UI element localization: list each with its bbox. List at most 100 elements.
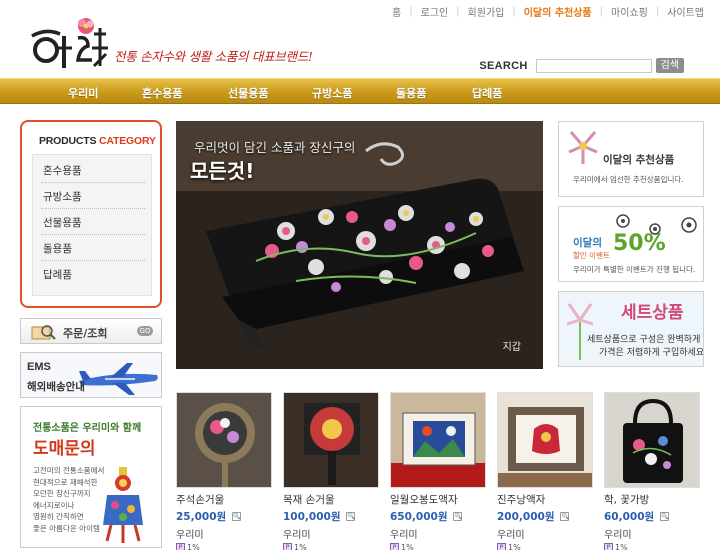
- sitemap-link[interactable]: 사이트맵: [659, 4, 712, 19]
- category-item-wedding[interactable]: 혼수용품: [43, 163, 82, 178]
- airplane-icon: [79, 363, 158, 395]
- logo-slogan: 전통 손자수와 생활 소품의 대표브랜드!: [114, 49, 313, 64]
- product-card[interactable]: 일월오봉도액자 650,000원 🔍 우리미 P 1%: [390, 392, 488, 550]
- product-price-row: 200,000원 🔍: [497, 509, 595, 524]
- product-price: 100,000원: [283, 511, 341, 523]
- zoom-icon[interactable]: 🔍: [560, 512, 570, 521]
- search-bar: SEARCH 검색: [479, 58, 684, 73]
- wholesale-desc-line: 현대적으로 재해석한: [33, 477, 98, 487]
- product-price-row: 650,000원 🔍: [390, 509, 488, 524]
- monthly-recommend-link[interactable]: 이달의 추천상품: [516, 4, 600, 19]
- home-link[interactable]: 홈: [384, 4, 409, 19]
- point-icon: P: [604, 543, 613, 550]
- order-lookup-banner[interactable]: 주문/조회 GO: [20, 318, 162, 344]
- product-name[interactable]: 일월오봉도액자: [390, 492, 488, 507]
- point-value: 1%: [294, 543, 307, 550]
- product-image[interactable]: [497, 392, 593, 488]
- product-brand: 우리미: [497, 530, 525, 541]
- set-product-banner[interactable]: 세트상품 세트상품으로 구성은 완벽하게 가격은 저렴하게 구입하세요: [558, 291, 704, 367]
- main-hero-banner[interactable]: 우리멋이 담긴 소품과 장신구의 모든것! 지갑: [176, 121, 543, 369]
- product-price-row: 60,000원 🔍: [604, 509, 702, 524]
- signup-link[interactable]: 회원가입: [460, 4, 513, 19]
- wholesale-title: 도매문의: [33, 439, 96, 459]
- category-list: 혼수용품 규방소품 선물용품 돌용품 답례품: [32, 154, 152, 296]
- product-image[interactable]: [604, 392, 700, 488]
- monthly-recommend-desc: 우리미에서 엄선한 추천상품입니다.: [573, 175, 684, 184]
- set-product-title: 세트상품: [621, 303, 684, 323]
- divider: [41, 234, 145, 235]
- zoom-icon[interactable]: 🔍: [660, 512, 670, 521]
- nav-item-urimi[interactable]: 우리미: [68, 85, 98, 101]
- product-price: 650,000원: [390, 511, 448, 523]
- discount-percent: 50%: [613, 231, 666, 256]
- category-item-gift[interactable]: 선물용품: [43, 215, 82, 230]
- product-price: 25,000원: [176, 511, 227, 523]
- product-brand: 우리미: [176, 530, 204, 541]
- monthly-recommend-banner[interactable]: 이달의 추천상품 우리미에서 엄선한 추천상품입니다.: [558, 121, 704, 197]
- hero-subtitle: 우리멋이 담긴 소품과 장신구의: [194, 140, 356, 155]
- nav-item-wedding[interactable]: 혼수용품: [142, 85, 182, 101]
- product-point: P 1%: [497, 543, 595, 550]
- product-card[interactable]: 목재 손거울 100,000원 🔍 우리미 P 1%: [283, 392, 381, 550]
- divider: [41, 260, 145, 261]
- hero-caption: 지갑: [502, 342, 521, 353]
- nav-item-firstbirthday[interactable]: 돌용품: [396, 85, 426, 101]
- product-image[interactable]: [390, 392, 486, 488]
- product-point: P 1%: [604, 543, 702, 550]
- nav-item-gift[interactable]: 선물용품: [228, 85, 268, 101]
- discount-desc: 우리미가 특별한 이벤트가 진행 됩니다.: [573, 265, 696, 274]
- category-item-return-gift[interactable]: 답례품: [43, 267, 72, 282]
- product-brand: 우리미: [604, 530, 632, 541]
- login-link[interactable]: 로그인: [413, 4, 457, 19]
- product-price: 60,000원: [604, 511, 655, 523]
- wholesale-inquiry-banner[interactable]: 전통소품은 우리미와 함께 도매문의 고전미의 전통소품에서 현대적으로 재해석…: [20, 406, 162, 548]
- discount-event-banner[interactable]: 이달의 할인 이벤트 50% 우리미가 특별한 이벤트가 진행 됩니다.: [558, 206, 704, 282]
- hero-title: 모든것!: [190, 159, 255, 183]
- product-brand: 우리미: [390, 530, 418, 541]
- zoom-icon[interactable]: 🔍: [346, 512, 356, 521]
- divider: [41, 208, 145, 209]
- ems-subtitle: 해외배송안내: [27, 381, 85, 393]
- point-icon: P: [497, 543, 506, 550]
- wholesale-desc-line: 영원히 간직하면: [33, 512, 84, 521]
- product-brand: 우리미: [283, 530, 311, 541]
- my-shopping-link[interactable]: 마이쇼핑: [603, 4, 656, 19]
- ems-title: EMS: [27, 361, 51, 373]
- site-logo[interactable]: 전통 손자수와 생활 소품의 대표브랜드!: [26, 12, 316, 74]
- product-image[interactable]: [176, 392, 272, 488]
- point-value: 1%: [615, 543, 628, 550]
- nav-item-accessories[interactable]: 규방소품: [312, 85, 352, 101]
- product-name[interactable]: 주석손거울: [176, 492, 274, 507]
- search-input[interactable]: [535, 58, 652, 73]
- product-price-row: 100,000원 🔍: [283, 509, 381, 524]
- zoom-icon[interactable]: 🔍: [453, 512, 463, 521]
- set-product-desc-line2: 가격은 저렴하게 구입하세요: [599, 348, 704, 358]
- discount-title-a: 이달의: [573, 237, 602, 249]
- wholesale-description: 고전미의 전통소품에서 현대적으로 재해석한 모던한 장신구까지 에너지로이나 …: [33, 465, 104, 534]
- lily-flower-icon: [566, 303, 594, 360]
- ornament-figure-image: [103, 467, 143, 543]
- nav-item-return-gift[interactable]: 답례품: [472, 85, 502, 101]
- ems-shipping-banner[interactable]: EMS 해외배송안내: [20, 352, 162, 398]
- point-value: 1%: [401, 543, 414, 550]
- point-icon: P: [283, 543, 292, 550]
- product-name[interactable]: 목재 손거울: [283, 492, 381, 507]
- product-price: 200,000원: [497, 511, 555, 523]
- product-card[interactable]: 주석손거울 25,000원 🔍 우리미 P 1%: [176, 392, 274, 550]
- product-image[interactable]: [283, 392, 379, 488]
- zoom-icon[interactable]: 🔍: [232, 512, 242, 521]
- product-name[interactable]: 진주낭액자: [497, 492, 595, 507]
- product-card[interactable]: 학, 꽃가방 60,000원 🔍 우리미 P 1%: [604, 392, 702, 550]
- go-button[interactable]: GO: [137, 326, 153, 336]
- product-card[interactable]: 진주낭액자 200,000원 🔍 우리미 P 1%: [497, 392, 595, 550]
- divider: [41, 182, 145, 183]
- utility-links: 홈 | 로그인 | 회원가입 | 이달의 추천상품 | 마이쇼핑 | 사이트맵: [384, 4, 712, 19]
- products-category-box: PRODUCTS CATEGORY 혼수용품 규방소품 선물용품 돌용품 답례품: [20, 120, 162, 308]
- search-button[interactable]: 검색: [655, 58, 684, 73]
- product-point: P 1%: [390, 543, 488, 550]
- order-lookup-label: 주문/조회: [63, 327, 108, 340]
- product-name[interactable]: 학, 꽃가방: [604, 492, 702, 507]
- wholesale-desc-line: 에너지로이나: [33, 500, 75, 510]
- category-item-accessories[interactable]: 규방소품: [43, 189, 82, 204]
- category-item-firstbirthday[interactable]: 돌용품: [43, 241, 72, 256]
